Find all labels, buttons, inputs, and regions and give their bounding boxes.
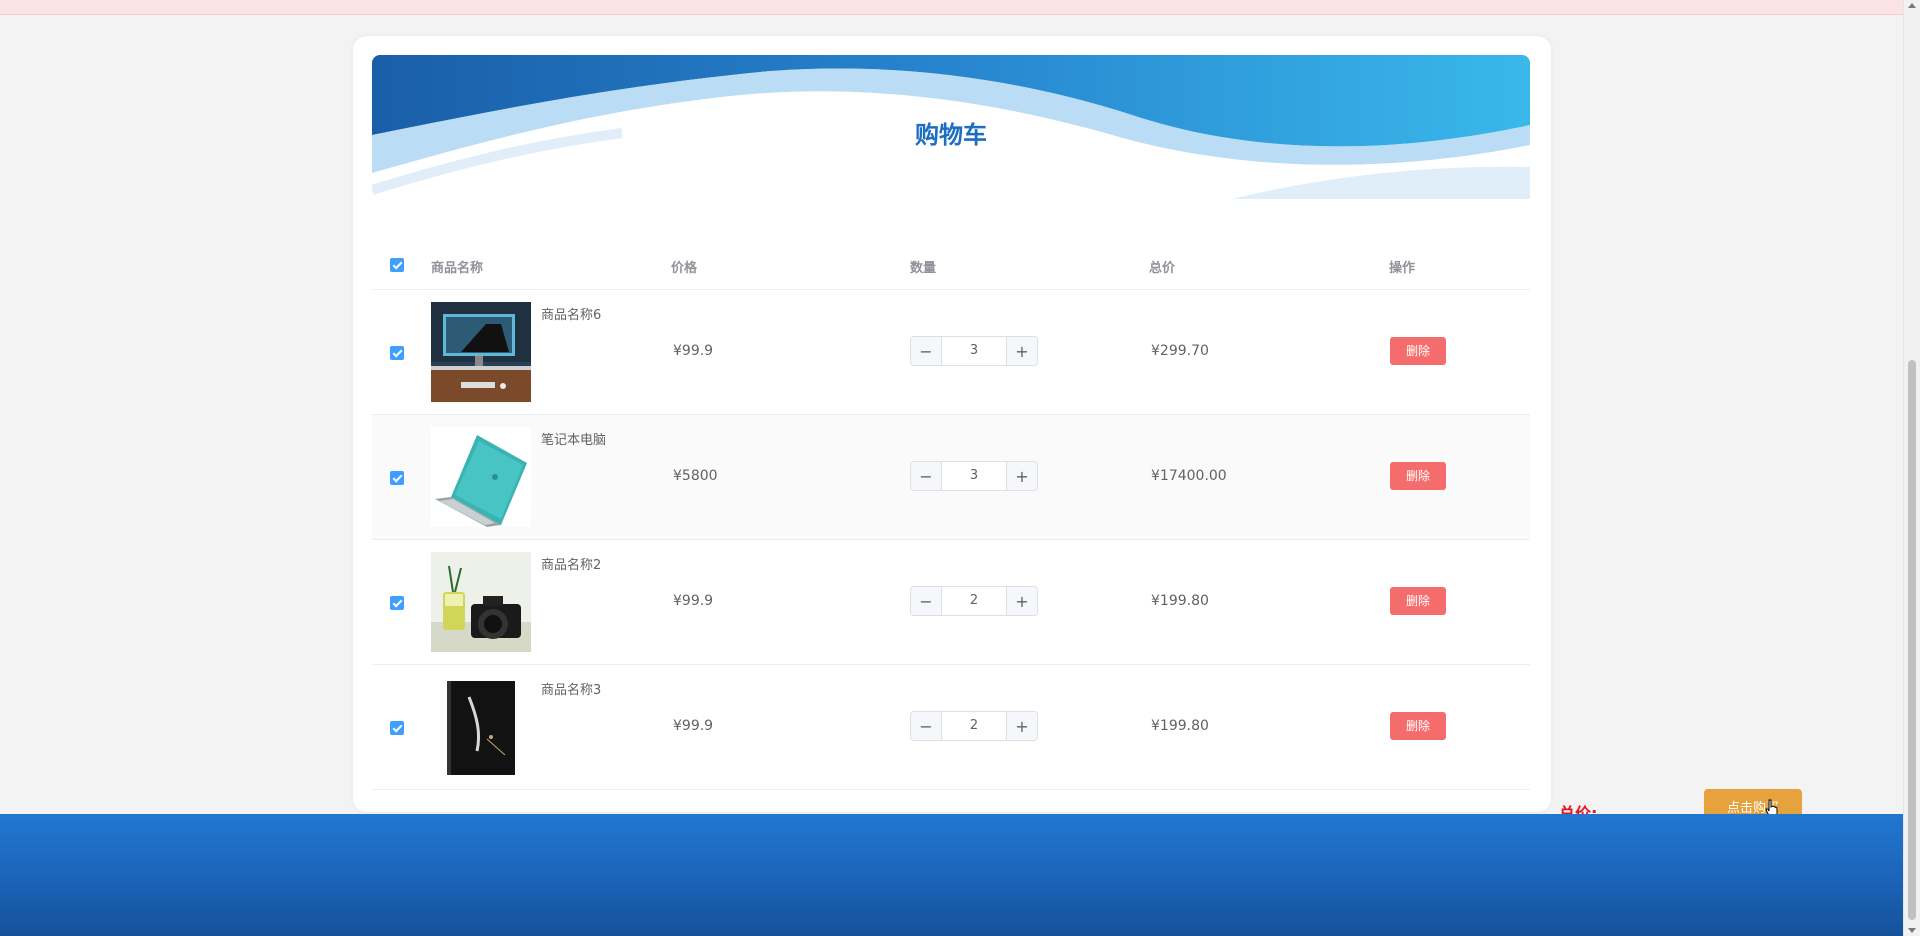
header-name: 商品名称 (431, 261, 484, 276)
table-row: 商品名称3 ¥99.9 − 2 + ¥199.80 删除 (372, 665, 1530, 790)
header-quantity: 数量 (910, 261, 937, 276)
product-image[interactable] (431, 427, 531, 527)
decrease-button[interactable]: − (911, 462, 942, 490)
table-row: 笔记本电脑 ¥5800 − 3 + ¥17400.00 删除 (372, 415, 1530, 540)
header-price: 价格 (671, 261, 698, 276)
laptop-photo-icon (431, 427, 531, 527)
delete-button[interactable]: 删除 (1390, 337, 1446, 365)
row-checkbox[interactable] (390, 721, 404, 735)
header-total: 总价 (1149, 261, 1176, 276)
row-checkbox[interactable] (390, 471, 404, 485)
page-scrollbar[interactable] (1903, 0, 1920, 936)
product-price: ¥99.9 (673, 343, 714, 359)
scroll-down-icon[interactable] (1908, 928, 1916, 933)
page-title: 购物车 (915, 121, 987, 149)
header-action: 操作 (1389, 261, 1416, 276)
top-decor-strip (0, 0, 1904, 15)
select-all-checkbox[interactable] (390, 258, 404, 272)
quantity-stepper: − 3 + (910, 336, 1038, 366)
increase-button[interactable]: + (1006, 712, 1037, 740)
increase-button[interactable]: + (1006, 337, 1037, 365)
delete-button[interactable]: 删除 (1390, 587, 1446, 615)
delete-button[interactable]: 删除 (1390, 462, 1446, 490)
delete-button[interactable]: 删除 (1390, 712, 1446, 740)
quantity-input[interactable]: 3 (942, 337, 1006, 365)
quantity-input[interactable]: 2 (942, 587, 1006, 615)
quantity-input[interactable]: 3 (942, 462, 1006, 490)
camera-photo-icon (431, 552, 531, 652)
cart-table: 商品名称 价格 数量 总价 操作 商品名称6 ¥99.9 − 3 + ¥299.… (372, 231, 1530, 790)
quantity-stepper: − 2 + (910, 586, 1038, 616)
increase-button[interactable]: + (1006, 462, 1037, 490)
quantity-stepper: − 3 + (910, 461, 1038, 491)
product-name: 商品名称2 (541, 558, 602, 573)
decrease-button[interactable]: − (911, 712, 942, 740)
table-row: 商品名称6 ¥99.9 − 3 + ¥299.70 删除 (372, 290, 1530, 415)
row-checkbox[interactable] (390, 346, 404, 360)
row-checkbox[interactable] (390, 596, 404, 610)
decrease-button[interactable]: − (911, 337, 942, 365)
row-total: ¥199.80 (1151, 593, 1209, 609)
increase-button[interactable]: + (1006, 587, 1037, 615)
product-name: 笔记本电脑 (541, 433, 607, 448)
row-total: ¥299.70 (1151, 343, 1209, 359)
product-price: ¥5800 (673, 468, 718, 484)
table-row: 商品名称2 ¥99.9 − 2 + ¥199.80 删除 (372, 540, 1530, 665)
product-image[interactable] (431, 302, 531, 402)
scroll-up-icon[interactable] (1908, 3, 1916, 8)
cart-banner: 购物车 (372, 55, 1530, 199)
product-image[interactable] (431, 677, 531, 777)
table-header: 商品名称 价格 数量 总价 操作 (372, 231, 1530, 290)
row-total: ¥199.80 (1151, 718, 1209, 734)
product-price: ¥99.9 (673, 593, 714, 609)
scroll-thumb[interactable] (1908, 360, 1916, 920)
product-name: 商品名称3 (541, 683, 602, 698)
monitor-desk-photo-icon (431, 302, 531, 402)
product-price: ¥99.9 (673, 718, 714, 734)
product-image[interactable] (431, 552, 531, 652)
cart-card: 购物车 商品名称 价格 数量 总价 操作 商品名称6 ¥99.9 − 3 + ¥… (353, 36, 1802, 843)
quantity-stepper: − 2 + (910, 711, 1038, 741)
row-total: ¥17400.00 (1151, 468, 1227, 484)
quantity-input[interactable]: 2 (942, 712, 1006, 740)
decrease-button[interactable]: − (911, 587, 942, 615)
footer-bar (0, 814, 1904, 936)
product-name: 商品名称6 (541, 308, 602, 323)
book-photo-icon (431, 677, 531, 777)
